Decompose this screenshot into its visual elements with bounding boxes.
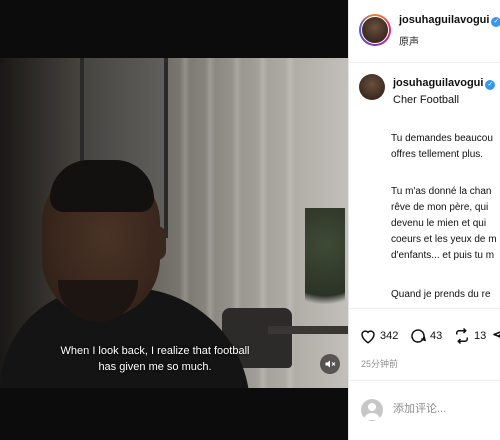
- avatar[interactable]: [361, 16, 389, 44]
- subtitle-line: has given me so much.: [98, 361, 212, 373]
- comment-bar: [349, 380, 500, 440]
- repost-count: 13: [474, 330, 487, 342]
- caption-line: d'enfants... et puis tu m: [391, 250, 495, 261]
- like-button[interactable]: 342: [359, 327, 398, 345]
- background-table: [268, 326, 348, 334]
- background-plant: [305, 208, 345, 328]
- current-user-avatar: [361, 399, 383, 421]
- header-username-row: josuhaguilavogui ✓: [399, 14, 500, 27]
- video-player[interactable]: When I look back, I realize that footbal…: [0, 0, 348, 440]
- username-link[interactable]: josuhaguilavogui: [399, 14, 489, 26]
- caption-title: Cher Football: [393, 94, 460, 106]
- caption-line: Tu m'as donné la chan: [391, 186, 492, 197]
- post-panel: josuhaguilavogui✓ 原声 josuhaguilavogui✓2 …: [348, 0, 500, 440]
- share-button[interactable]: [491, 327, 500, 345]
- story-ring[interactable]: [359, 14, 391, 46]
- volume-muted-icon: [325, 360, 336, 368]
- video-subtitle: When I look back, I realize that footbal…: [20, 343, 290, 375]
- caption-line: offres tellement plus.: [391, 149, 484, 160]
- caption-line: coeurs et les yeux de m: [391, 234, 497, 245]
- post-actions: 342 43 13 25分钟前: [349, 308, 500, 381]
- repost-icon: [456, 327, 468, 345]
- comment-input[interactable]: [393, 403, 493, 415]
- post-header: josuhaguilavogui ✓ 原声: [349, 0, 500, 63]
- comment-icon: [411, 329, 426, 343]
- video-frame[interactable]: [0, 58, 348, 388]
- person-hair: [50, 160, 154, 212]
- verified-badge-icon: ✓: [491, 17, 500, 27]
- mute-button[interactable]: [320, 354, 340, 374]
- username-link[interactable]: josuhaguilavogui: [393, 77, 483, 89]
- avatar[interactable]: [359, 74, 385, 100]
- heart-icon: [361, 330, 375, 344]
- repost-button[interactable]: 13: [453, 327, 486, 345]
- caption-line: rêve de mon père, qui: [391, 202, 489, 213]
- person-ear: [148, 226, 166, 260]
- caption-line: Tu demandes beaucou: [391, 133, 493, 144]
- like-count: 342: [380, 330, 399, 342]
- subtitle-line: When I look back, I realize that footbal…: [60, 345, 250, 357]
- post-time-ago: 25分钟前: [361, 359, 399, 369]
- comment-count: 43: [430, 330, 443, 342]
- caption-line: Quand je prends du re: [391, 289, 491, 300]
- caption-line: devenu le mien et qui: [391, 218, 487, 229]
- caption-username-row: josuhaguilavogui✓2: [393, 77, 500, 90]
- audio-link[interactable]: 原声: [399, 33, 419, 48]
- share-icon: [493, 331, 500, 339]
- comment-button[interactable]: 43: [409, 327, 442, 345]
- user-avatar-icon: [364, 403, 380, 420]
- verified-badge-icon: ✓: [485, 80, 496, 90]
